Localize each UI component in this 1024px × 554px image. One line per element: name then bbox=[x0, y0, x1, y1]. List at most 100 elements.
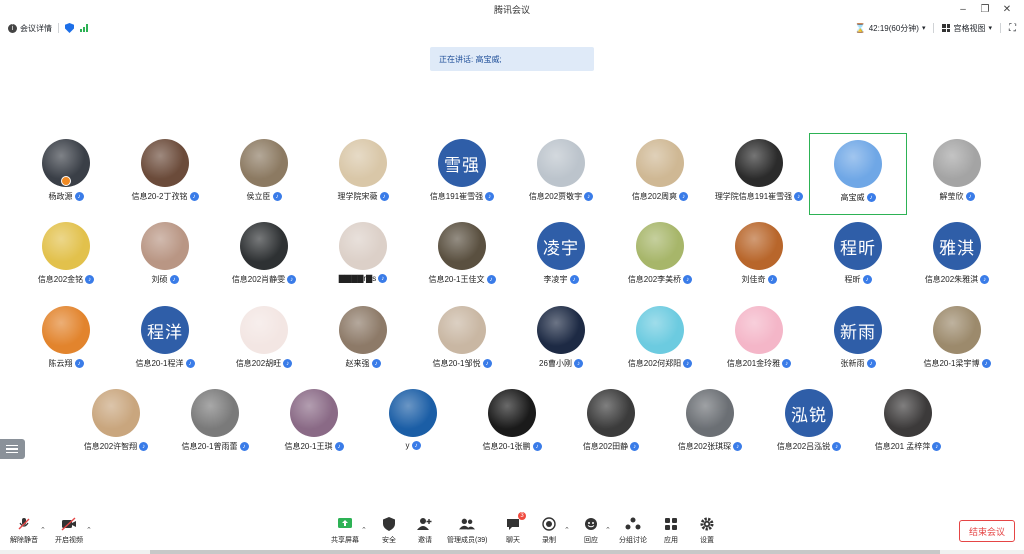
participant-tile[interactable]: 侯立臣 ♪ bbox=[215, 133, 313, 215]
video-options-chevron-icon[interactable]: ⌃ bbox=[86, 526, 92, 534]
unmute-button[interactable]: 解除静音 bbox=[10, 516, 38, 545]
meeting-info-button[interactable]: i 会议详情 bbox=[8, 23, 52, 34]
top-bar: i 会议详情 ⌛ 42:19(60分钟) ▾ 宫格视图 ▾ ⛶ bbox=[0, 18, 1024, 38]
settings-label: 设置 bbox=[700, 537, 714, 544]
participant-name-row: 理学院信息191崔雪强 ♪ bbox=[714, 191, 804, 202]
participant-tile[interactable]: 信息20-1曾雨蕾 ♪ bbox=[166, 383, 264, 465]
participant-tile[interactable]: 理学院信息191崔雪强 ♪ bbox=[710, 133, 808, 215]
avatar bbox=[488, 389, 536, 437]
reactions-button[interactable]: 回应 bbox=[583, 516, 599, 545]
participant-name: 信息201 孟梓萍 bbox=[874, 442, 931, 451]
participant-tile[interactable]: 信息202周爽 ♪ bbox=[611, 133, 709, 215]
participant-tile[interactable]: 信息20-1张鹏 ♪ bbox=[463, 383, 561, 465]
participant-tile[interactable]: 信息202李美桥 ♪ bbox=[611, 216, 709, 298]
mic-status-icon: ♪ bbox=[287, 275, 297, 284]
horizontal-scrollbar[interactable] bbox=[0, 550, 1024, 554]
reactions-options-chevron-icon[interactable]: ⌃ bbox=[605, 526, 611, 534]
mic-status-icon: ♪ bbox=[866, 359, 876, 368]
record-options-chevron-icon[interactable]: ⌃ bbox=[564, 526, 570, 534]
timer[interactable]: ⌛ 42:19(60分钟) ▾ bbox=[855, 23, 926, 34]
participant-tile[interactable]: 新雨张新雨 ♪ bbox=[809, 300, 907, 382]
record-button[interactable]: 录制 bbox=[541, 516, 557, 545]
participant-tile[interactable]: 信息20-1邹悦 ♪ bbox=[413, 300, 511, 382]
participant-tile[interactable]: 信息20-1王佳文 ♪ bbox=[413, 216, 511, 298]
participant-tile[interactable]: 凌宇 李凌宇 ♪ bbox=[512, 216, 610, 298]
participant-tile[interactable]: 解莹欣 ♪ bbox=[908, 133, 1006, 215]
mic-status-icon: ♪ bbox=[411, 441, 421, 450]
avatar-initials: 程昕 bbox=[840, 238, 876, 258]
chat-button[interactable]: 3 聊天 bbox=[505, 512, 526, 545]
participant-name: ▇▇▇▇r▇s bbox=[338, 274, 377, 283]
mic-status-icon: ♪ bbox=[482, 359, 492, 368]
participant-name: 理学院信息191崔雪强 bbox=[714, 192, 793, 201]
start-video-button[interactable]: 开启视频 bbox=[55, 516, 83, 545]
participant-tile[interactable]: 杨政源 ♪ bbox=[17, 133, 115, 215]
participant-tile[interactable]: 理学院宋薇 ♪ bbox=[314, 133, 412, 215]
share-options-chevron-icon[interactable]: ⌃ bbox=[361, 526, 367, 534]
participant-tile[interactable]: y ♪ bbox=[364, 383, 462, 465]
participant-tile[interactable]: ▇▇▇▇r▇s ♪ bbox=[314, 216, 412, 298]
participant-tile[interactable]: 信息202金铭 ♪ bbox=[17, 216, 115, 298]
participant-tile[interactable]: 程洋 信息20-1程洋 ♪ bbox=[116, 300, 214, 382]
invite-button[interactable]: 邀请 bbox=[417, 516, 433, 545]
info-icon: i bbox=[8, 23, 17, 33]
participant-list-toggle[interactable] bbox=[0, 439, 25, 459]
participant-name-row: 信息202金铭 ♪ bbox=[38, 274, 95, 285]
participant-tile[interactable]: 26曹小刚 ♪ bbox=[512, 300, 610, 382]
mic-status-icon: ♪ bbox=[862, 275, 872, 284]
restore-icon[interactable]: ❐ bbox=[974, 0, 996, 18]
participant-tile[interactable]: 泓锐 信息202吕泓锐 ♪ bbox=[760, 383, 858, 465]
close-icon[interactable]: ✕ bbox=[996, 0, 1018, 18]
avatar-initials: 凌宇 bbox=[543, 238, 579, 258]
participant-tile[interactable]: 信息202许智翔 ♪ bbox=[67, 383, 165, 465]
participant-tile[interactable]: 信息20-1梁宇博 ♪ bbox=[908, 300, 1006, 382]
apps-button[interactable]: 应用 bbox=[663, 516, 679, 545]
participant-tile[interactable]: 信息20-2丁孜铭 ♪ bbox=[116, 133, 214, 215]
participant-tile[interactable]: 程昕 程昕 ♪ bbox=[809, 216, 907, 298]
participant-name: 信息20-1张鹏 bbox=[482, 442, 531, 451]
participant-tile[interactable]: 高宝威 ♪ bbox=[809, 133, 907, 215]
participant-tile[interactable]: 信息202何郑阳 ♪ bbox=[611, 300, 709, 382]
security-shield-icon[interactable] bbox=[65, 23, 74, 33]
settings-button[interactable]: 设置 bbox=[699, 516, 715, 545]
mic-status-icon: ♪ bbox=[485, 192, 495, 201]
security-button[interactable]: 安全 bbox=[381, 516, 397, 545]
divider bbox=[933, 23, 935, 33]
end-meeting-button[interactable]: 结束会议 bbox=[959, 520, 1015, 542]
participant-tile[interactable]: 信息201金玲雅 ♪ bbox=[710, 300, 808, 382]
breakout-rooms-button[interactable]: 分组讨论 bbox=[619, 516, 647, 545]
avatar: 雪强 bbox=[438, 139, 486, 187]
participant-name: y bbox=[405, 441, 410, 450]
participant-tile[interactable]: 信息20-1王琪 ♪ bbox=[265, 383, 363, 465]
participant-tile[interactable]: 陈云翔 ♪ bbox=[17, 300, 115, 382]
participant-tile[interactable]: 雅淇 信息202朱雅淇 ♪ bbox=[908, 216, 1006, 298]
minimize-icon[interactable]: – bbox=[952, 0, 974, 18]
participant-name-row: 杨政源 ♪ bbox=[49, 191, 84, 202]
participant-name-row: 赵来强 ♪ bbox=[346, 358, 381, 369]
participant-tile[interactable]: 赵来强 ♪ bbox=[314, 300, 412, 382]
manage-members-button[interactable]: 管理成员(39) bbox=[447, 516, 487, 545]
participant-tile[interactable]: 雪强 信息191崔雪强 ♪ bbox=[413, 133, 511, 215]
participant-name-row: 信息20-1曾雨蕾 ♪ bbox=[181, 441, 249, 452]
signal-icon[interactable] bbox=[80, 24, 88, 32]
participant-name-row: 张新雨 ♪ bbox=[841, 358, 876, 369]
mic-status-icon: ♪ bbox=[981, 359, 991, 368]
scrollbar-thumb[interactable] bbox=[150, 550, 940, 554]
bottom-toolbar: 解除静音 ⌃ 开启视频 ⌃ 共享屏幕 ⌃ 安全 邀请 管理成员(39) 3 聊天… bbox=[0, 512, 1024, 554]
participant-tile[interactable]: 信息202田静 ♪ bbox=[562, 383, 660, 465]
participant-name-row: 26曹小刚 ♪ bbox=[539, 358, 583, 369]
participant-tile[interactable]: 刘佳奇 ♪ bbox=[710, 216, 808, 298]
participant-tile[interactable]: 刘硕 ♪ bbox=[116, 216, 214, 298]
participant-tile[interactable]: 信息202肖静雯 ♪ bbox=[215, 216, 313, 298]
audio-options-chevron-icon[interactable]: ⌃ bbox=[40, 526, 46, 534]
participant-tile[interactable]: 信息202张琪琛 ♪ bbox=[661, 383, 759, 465]
fullscreen-icon[interactable]: ⛶ bbox=[1009, 23, 1016, 34]
participant-tile[interactable]: 信息202胡旺 ♪ bbox=[215, 300, 313, 382]
share-screen-button[interactable]: 共享屏幕 bbox=[331, 516, 359, 545]
avatar-initials: 新雨 bbox=[840, 322, 876, 342]
avatar bbox=[735, 306, 783, 354]
participant-tile[interactable]: 信息202贾敬宇 ♪ bbox=[512, 133, 610, 215]
participant-tile[interactable]: 信息201 孟梓萍 ♪ bbox=[859, 383, 957, 465]
view-mode-dropdown[interactable]: 宫格视图 ▾ bbox=[942, 23, 992, 34]
mic-status-icon: ♪ bbox=[630, 442, 640, 451]
